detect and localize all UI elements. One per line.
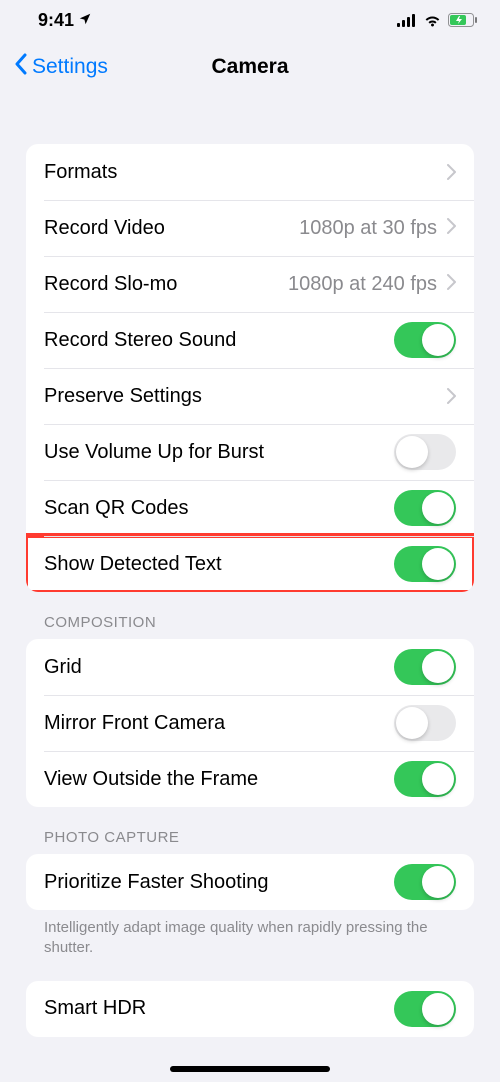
- row-value: 1080p at 240 fps: [288, 273, 437, 296]
- toggle-view-outside-the-frame[interactable]: [394, 761, 456, 797]
- toggle-mirror-front-camera[interactable]: [394, 705, 456, 741]
- section-footer: Intelligently adapt image quality when r…: [26, 910, 474, 959]
- row-show-detected-text: Show Detected Text: [26, 536, 474, 592]
- chevron-right-icon: [447, 388, 456, 404]
- row-mirror-front-camera: Mirror Front Camera: [26, 695, 474, 751]
- row-scan-qr-codes: Scan QR Codes: [26, 480, 474, 536]
- home-indicator[interactable]: [170, 1066, 330, 1072]
- row-label: Formats: [44, 161, 117, 184]
- row-label: Preserve Settings: [44, 385, 202, 408]
- row-record-video[interactable]: Record Video 1080p at 30 fps: [26, 200, 474, 256]
- row-formats[interactable]: Formats: [26, 144, 474, 200]
- row-label: Record Stereo Sound: [44, 329, 236, 352]
- chevron-right-icon: [447, 164, 456, 180]
- row-grid: Grid: [26, 639, 474, 695]
- row-label: Grid: [44, 656, 82, 679]
- toggle-grid[interactable]: [394, 649, 456, 685]
- toggle-prioritize-faster-shooting[interactable]: [394, 864, 456, 900]
- row-record-stereo-sound: Record Stereo Sound: [26, 312, 474, 368]
- row-view-outside-the-frame: View Outside the Frame: [26, 751, 474, 807]
- section-general: Formats Record Video 1080p at 30 fps Rec…: [26, 144, 474, 592]
- row-smart-hdr: Smart HDR: [26, 981, 474, 1037]
- cellular-signal-icon: [397, 14, 417, 27]
- row-prioritize-faster-shooting: Prioritize Faster Shooting: [26, 854, 474, 910]
- status-time: 9:41: [38, 10, 74, 31]
- toggle-scan-qr-codes[interactable]: [394, 490, 456, 526]
- section-composition: COMPOSITION Grid Mirror Front Camera Vie…: [26, 614, 474, 807]
- row-label: Prioritize Faster Shooting: [44, 871, 269, 894]
- status-bar: 9:41: [0, 0, 500, 40]
- row-record-slomo[interactable]: Record Slo-mo 1080p at 240 fps: [26, 256, 474, 312]
- row-label: Scan QR Codes: [44, 497, 189, 520]
- location-arrow-icon: [78, 10, 92, 31]
- back-button[interactable]: Settings: [14, 53, 108, 81]
- page-title: Camera: [211, 55, 288, 79]
- chevron-left-icon: [14, 53, 28, 81]
- section-header: PHOTO CAPTURE: [26, 829, 474, 854]
- section-photo-capture: PHOTO CAPTURE Prioritize Faster Shooting…: [26, 829, 474, 1037]
- row-label: View Outside the Frame: [44, 768, 258, 791]
- row-use-volume-up-for-burst: Use Volume Up for Burst: [26, 424, 474, 480]
- nav-bar: Settings Camera: [0, 40, 500, 94]
- back-label: Settings: [32, 55, 108, 79]
- row-label: Use Volume Up for Burst: [44, 441, 264, 464]
- chevron-right-icon: [447, 218, 456, 239]
- row-label: Smart HDR: [44, 997, 146, 1020]
- row-label: Show Detected Text: [44, 553, 222, 576]
- chevron-right-icon: [447, 274, 456, 295]
- wifi-icon: [423, 13, 442, 27]
- row-label: Record Slo-mo: [44, 273, 177, 296]
- toggle-record-stereo-sound[interactable]: [394, 322, 456, 358]
- toggle-show-detected-text[interactable]: [394, 546, 456, 582]
- toggle-use-volume-up-for-burst[interactable]: [394, 434, 456, 470]
- row-label: Mirror Front Camera: [44, 712, 225, 735]
- section-header: COMPOSITION: [26, 614, 474, 639]
- row-preserve-settings[interactable]: Preserve Settings: [26, 368, 474, 424]
- row-label: Record Video: [44, 217, 165, 240]
- row-value: 1080p at 30 fps: [299, 217, 437, 240]
- toggle-smart-hdr[interactable]: [394, 991, 456, 1027]
- battery-charging-icon: [448, 13, 478, 27]
